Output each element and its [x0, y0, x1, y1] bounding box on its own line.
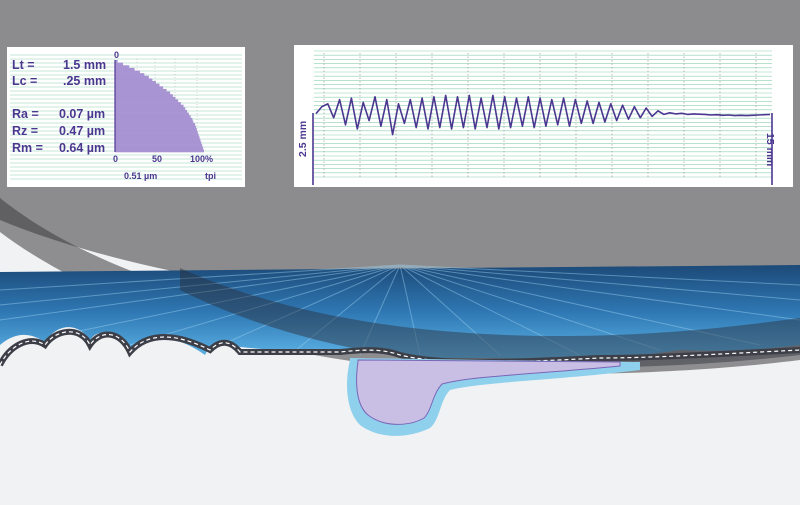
- bearing-top-tick: 0: [114, 50, 120, 60]
- bearing-bar: [115, 86, 164, 90]
- bearing-bar: [115, 130, 198, 134]
- profile-graph: [312, 50, 773, 185]
- bearing-bar: [115, 104, 184, 108]
- bearing-bottom-left-label: 0.51 µm: [124, 171, 158, 181]
- bearing-bar: [115, 123, 196, 127]
- stat-lt-value: 1.5 mm: [63, 58, 107, 72]
- bearing-bar: [115, 136, 200, 140]
- bearing-bar: [115, 99, 179, 103]
- bearing-bar: [115, 78, 153, 82]
- bearing-bar: [115, 120, 194, 124]
- bearing-bar: [115, 128, 197, 132]
- bearing-ratio-panel: Lt = 1.5 mm Lc = .25 mm Ra = 0.07 µm Rz …: [7, 47, 245, 187]
- bearing-bar: [115, 102, 181, 105]
- bearing-bottom-right-label: tpi: [205, 171, 216, 181]
- bearing-bar: [115, 141, 202, 145]
- surface-profile-infographic: Lt = 1.5 mm Lc = .25 mm Ra = 0.07 µm Rz …: [0, 0, 800, 505]
- stat-lc-label: Lc =: [12, 74, 38, 88]
- bearing-bar: [115, 125, 196, 129]
- bearing-bar: [115, 107, 186, 111]
- bearing-bar: [115, 115, 191, 119]
- bearing-x-tick-50: 50: [152, 154, 163, 164]
- bearing-bar: [115, 96, 176, 100]
- bearing-bar: [115, 88, 167, 92]
- stat-ra-value: 0.07 µm: [59, 107, 106, 121]
- bearing-bar: [115, 112, 189, 116]
- stat-rz-label: Rz =: [12, 124, 39, 138]
- bearing-bar: [115, 65, 130, 69]
- bearing-bar: [115, 146, 204, 150]
- bearing-bar: [115, 81, 156, 84]
- roughness-profile-panel: 2.5 mm 15 mm: [294, 45, 793, 187]
- bearing-bar: [115, 94, 173, 98]
- bearing-grid: [10, 54, 242, 180]
- bearing-x-tick-0: 0: [113, 154, 119, 164]
- bearing-bar: [115, 67, 135, 71]
- bearing-bar: [115, 117, 193, 121]
- stat-rz-value: 0.47 µm: [59, 124, 106, 138]
- bearing-bar: [115, 75, 149, 79]
- bearing-bar: [115, 133, 199, 137]
- stat-rm-label: Rm =: [12, 141, 43, 155]
- bearing-bar: [115, 70, 140, 74]
- bearing-bar: [115, 138, 201, 142]
- bearing-bar: [115, 83, 160, 87]
- stat-rm-value: 0.64 µm: [59, 141, 106, 155]
- stat-lt-label: Lt =: [12, 58, 35, 72]
- bearing-bar: [115, 62, 124, 66]
- bearing-bar: [115, 109, 188, 113]
- profile-left-label: 2.5 mm: [297, 120, 309, 157]
- bearing-bar: [115, 149, 204, 153]
- stat-ra-label: Ra =: [12, 107, 39, 121]
- stat-lc-value: .25 mm: [63, 74, 107, 88]
- bearing-x-tick-100: 100%: [190, 154, 214, 164]
- bearing-bar: [115, 91, 171, 95]
- profile-right-label: 15 mm: [764, 133, 776, 167]
- bearing-bar: [115, 73, 145, 77]
- bearing-bar: [115, 144, 203, 148]
